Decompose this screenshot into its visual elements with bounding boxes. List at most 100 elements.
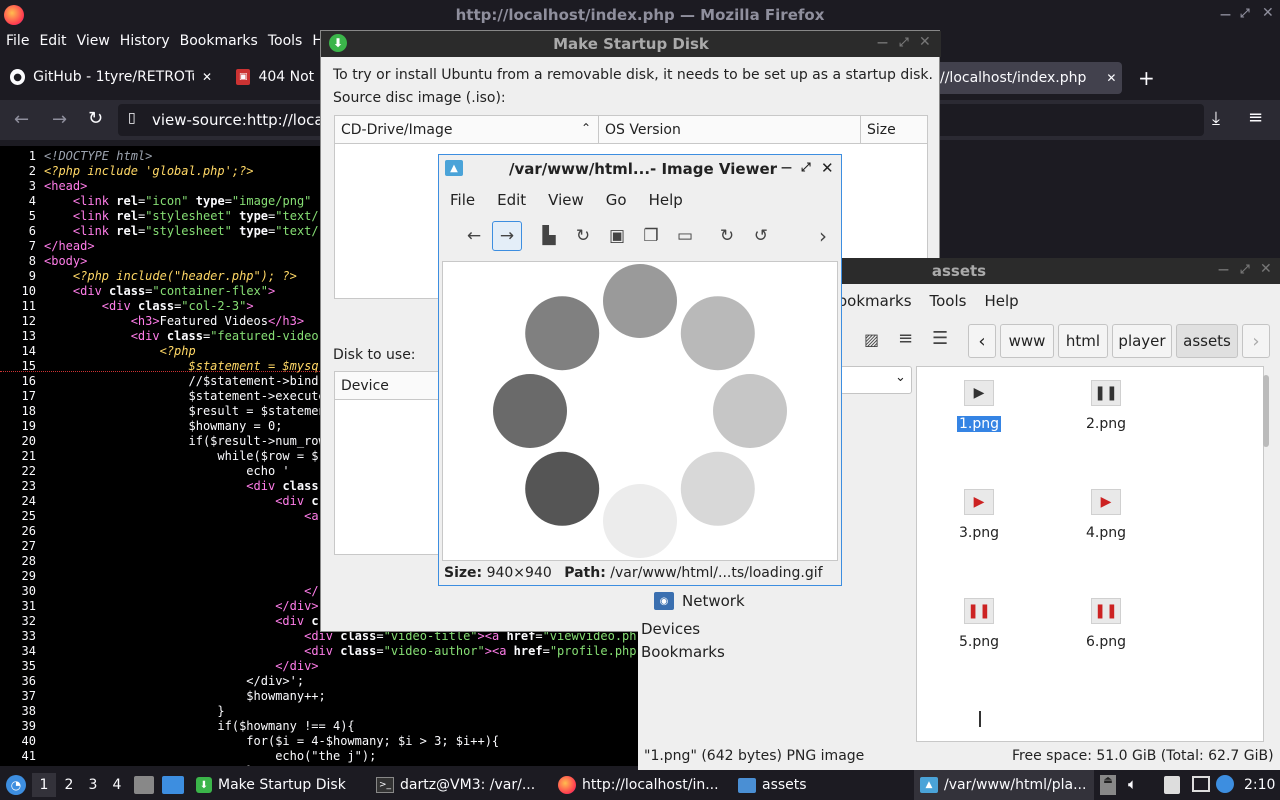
iv-menu-edit[interactable]: Edit: [497, 191, 526, 209]
line-number: 3: [28, 179, 36, 193]
download-icon[interactable]: ⤓: [1212, 108, 1220, 129]
line-number: 21: [21, 449, 36, 463]
minimize-icon[interactable]: —: [781, 161, 792, 174]
volume-icon[interactable]: 🔈︎: [1128, 775, 1137, 793]
list-view-icon[interactable]: ☰: [932, 328, 948, 349]
reload-icon[interactable]: ↻: [88, 108, 103, 129]
taskbar-assets[interactable]: assets: [738, 770, 807, 800]
breadcrumb-assets[interactable]: assets: [1176, 324, 1238, 358]
iv-menu-view[interactable]: View: [548, 191, 584, 209]
file-item[interactable]: ▶ 3.png: [924, 489, 1034, 541]
iv-menu-file[interactable]: File: [450, 191, 475, 209]
image-view-icon[interactable]: ▨: [864, 330, 879, 349]
breadcrumb-back[interactable]: ‹: [968, 324, 996, 358]
update-icon[interactable]: [1216, 775, 1234, 793]
file-item[interactable]: ❚❚ 2.png: [1051, 380, 1161, 432]
back-icon[interactable]: ←: [14, 109, 29, 130]
file-item[interactable]: ❚❚ 5.png: [924, 598, 1034, 650]
tab-localhost[interactable]: //localhost/index.php ✕: [932, 62, 1122, 94]
play-icon: ▶: [1091, 489, 1121, 515]
menu-view[interactable]: View: [77, 33, 110, 49]
tab-close-icon[interactable]: ✕: [1106, 71, 1116, 85]
new-tab-icon[interactable]: +: [1138, 66, 1155, 90]
minimize-icon[interactable]: —: [1218, 263, 1229, 276]
source-line: $howmany++;: [44, 689, 326, 703]
taskbar-startup-disk[interactable]: ⬇ Make Startup Disk: [196, 770, 346, 800]
tab-404[interactable]: ▣ 404 Not F: [228, 58, 328, 96]
forward-icon[interactable]: →: [52, 109, 67, 130]
maximize-icon[interactable]: ⤢: [801, 160, 811, 175]
file-item[interactable]: ▶ 1.png: [924, 380, 1034, 432]
reload-icon[interactable]: ↻: [568, 221, 598, 251]
network-item[interactable]: ◉ Network: [654, 592, 745, 610]
minimize-icon[interactable]: —: [1220, 8, 1231, 21]
minimize-icon[interactable]: —: [877, 36, 888, 49]
menu-hamburger-icon[interactable]: ≡: [1248, 107, 1263, 128]
save-icon[interactable]: ▣: [602, 221, 632, 251]
taskbar-terminal[interactable]: >_ dartz@VM3: /var/...: [376, 770, 535, 800]
page-info-icon[interactable]: ▯: [128, 110, 136, 126]
pause-icon: ❚❚: [964, 598, 994, 624]
breadcrumb-player[interactable]: player: [1112, 324, 1172, 358]
clipboard-icon[interactable]: [1164, 776, 1180, 794]
close-icon[interactable]: ✕: [1260, 261, 1272, 277]
workspace-3[interactable]: 3: [81, 773, 105, 797]
breadcrumb-html[interactable]: html: [1058, 324, 1108, 358]
rotate-clockwise-icon[interactable]: ↻: [712, 221, 742, 251]
iv-menu-go[interactable]: Go: [606, 191, 627, 209]
line-number: 41: [21, 749, 36, 763]
menu-edit[interactable]: Edit: [39, 33, 66, 49]
show-desktop-icon[interactable]: [162, 776, 184, 794]
scrollbar[interactable]: [1263, 375, 1269, 447]
paste-icon[interactable]: ▭: [670, 221, 700, 251]
menu-history[interactable]: History: [120, 33, 170, 49]
side-pane-dropdown[interactable]: ⌄: [840, 366, 912, 394]
copy-icon[interactable]: ❐: [636, 221, 666, 251]
close-icon[interactable]: ✕: [1262, 5, 1274, 21]
fm-menubar: ookmarks Tools Help: [838, 292, 1019, 310]
rotate-counterclockwise-icon[interactable]: ↺: [746, 221, 776, 251]
source-line: for($i = 4-$howmany; $i > 3; $i++){: [44, 734, 500, 748]
more-icon[interactable]: ›: [808, 221, 838, 251]
network-tray-icon[interactable]: [1192, 776, 1210, 792]
breadcrumb-forward[interactable]: ›: [1242, 324, 1270, 358]
maximize-icon[interactable]: ⤢: [1240, 262, 1250, 277]
source-line: <?php include("header.php"); ?>: [72, 269, 297, 283]
menu-bookmarks[interactable]: Bookmarks: [180, 33, 258, 49]
workspace-1[interactable]: 1: [32, 773, 56, 797]
column-os-version[interactable]: OS Version: [599, 116, 861, 144]
line-number: 1: [28, 149, 36, 163]
tab-github[interactable]: ● GitHub - 1tyre/RETROTub ✕: [2, 58, 220, 96]
file-manager-launcher-icon[interactable]: [134, 776, 154, 794]
column-cd-drive[interactable]: CD-Drive/Image ⌃: [335, 116, 599, 144]
fm-menu-help[interactable]: Help: [984, 292, 1018, 310]
open-icon[interactable]: ▙: [534, 221, 564, 251]
menu-file[interactable]: File: [6, 33, 29, 49]
image-canvas[interactable]: [442, 261, 838, 561]
workspace-2[interactable]: 2: [57, 773, 81, 797]
taskbar-image-viewer[interactable]: ▲ /var/www/html/pla...: [914, 770, 1094, 800]
taskbar-firefox[interactable]: http://localhost/in...: [558, 770, 719, 800]
line-number: 20: [21, 434, 36, 448]
tray-eject-icon[interactable]: ⏏: [1100, 775, 1116, 795]
previous-icon[interactable]: ←: [459, 221, 489, 251]
start-menu-icon[interactable]: ◔: [6, 775, 26, 795]
maximize-icon[interactable]: ⤢: [1240, 6, 1250, 21]
next-icon[interactable]: →: [492, 221, 522, 251]
fm-menu-tools[interactable]: Tools: [930, 292, 967, 310]
close-icon[interactable]: ✕: [821, 159, 834, 177]
compact-view-icon[interactable]: ≡: [898, 328, 913, 349]
file-item[interactable]: ❚❚ 6.png: [1051, 598, 1161, 650]
file-item[interactable]: ▶ 4.png: [1051, 489, 1161, 541]
workspace-4[interactable]: 4: [105, 773, 129, 797]
column-size[interactable]: Size: [861, 116, 927, 144]
fm-menu-bookmarks[interactable]: ookmarks: [838, 292, 912, 310]
source-line: <!DOCTYPE html>: [44, 149, 153, 163]
play-icon: ▶: [964, 489, 994, 515]
menu-tools[interactable]: Tools: [268, 33, 303, 49]
breadcrumb-www[interactable]: www: [1000, 324, 1054, 358]
tab-close-icon[interactable]: ✕: [202, 70, 212, 84]
maximize-icon[interactable]: ⤢: [899, 35, 909, 50]
iv-menu-help[interactable]: Help: [649, 191, 683, 209]
close-icon[interactable]: ✕: [919, 34, 931, 50]
